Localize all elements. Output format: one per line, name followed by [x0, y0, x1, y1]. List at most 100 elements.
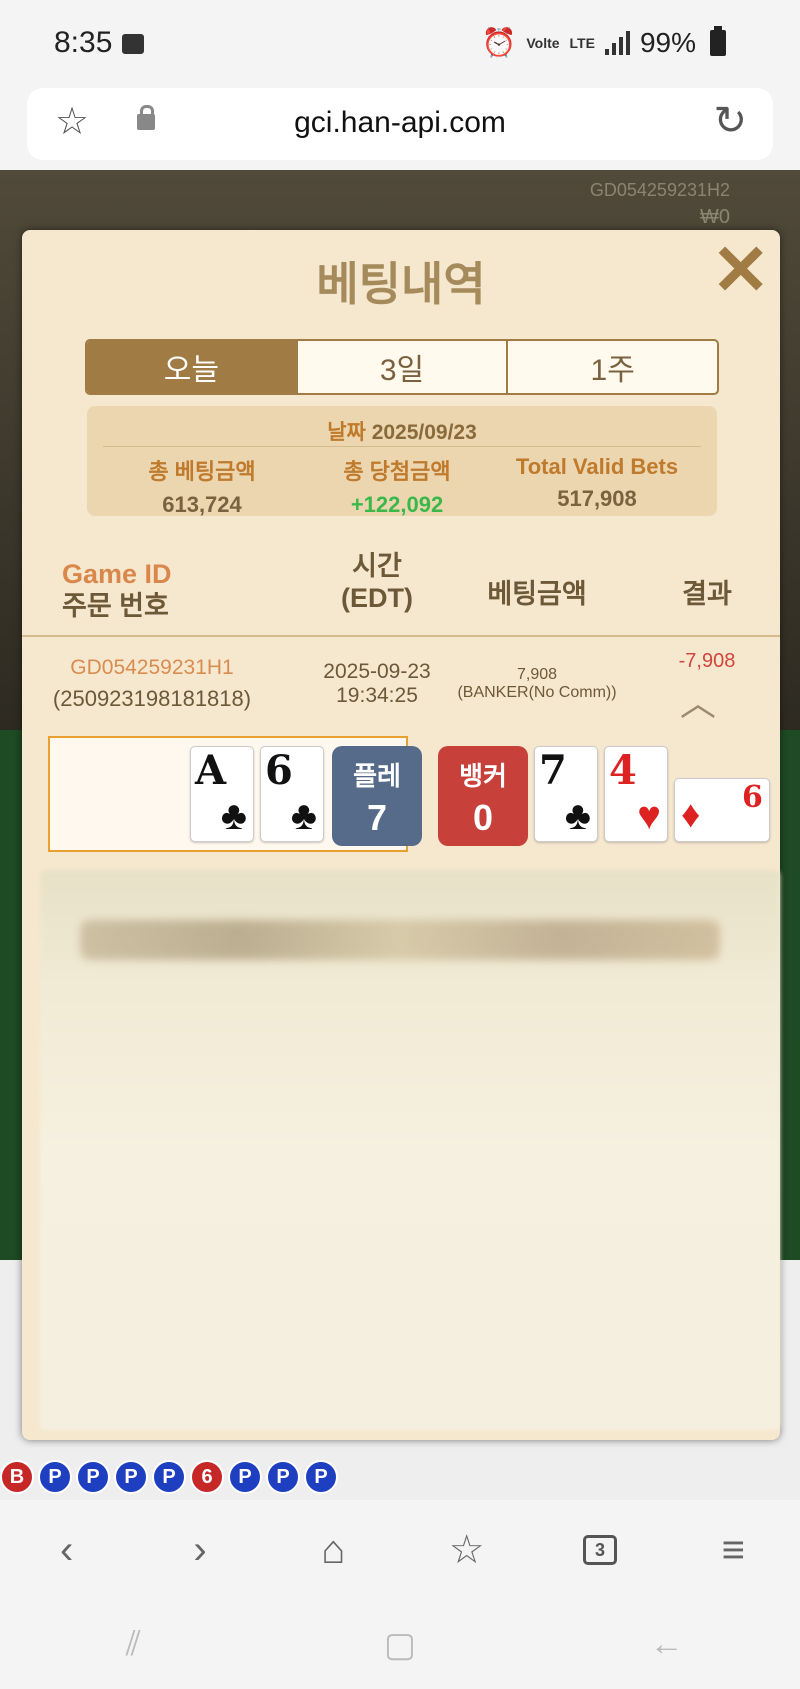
url-text[interactable]: gci.han-api.com — [27, 106, 773, 140]
bg-game-id: GD054259231H2 — [589, 180, 730, 200]
header-time-tz: (EDT) — [341, 583, 413, 613]
banker-label: 뱅커 — [459, 761, 507, 791]
system-nav-bar: ⫽ ▢ ← — [0, 1600, 800, 1689]
gallery-icon — [122, 34, 144, 54]
lte-icon: LTE — [569, 34, 595, 51]
betting-history-modal: 베팅내역 ✕ 오늘 3일 1주 날짜 2025/09/23 총 베팅금액 613… — [22, 230, 780, 1440]
header-bet: 베팅금액 — [487, 579, 587, 609]
total-win-value: +122,092 — [350, 492, 444, 517]
battery-percent: 99% — [639, 26, 696, 58]
row-bet: 7,908 (BANKER(No Comm)) — [422, 666, 652, 702]
recent-apps-icon[interactable]: ⫽ — [103, 1625, 163, 1665]
header-divider — [22, 635, 780, 637]
alarm-icon: ⏰ — [481, 27, 517, 58]
browser-nav-bar: ‹ › ⌂ ☆ 3 ≡ — [0, 1500, 800, 1600]
summary-box: 날짜 2025/09/23 총 베팅금액 613,724 총 당첨금액 +122… — [87, 406, 717, 518]
volte-icon: Volte — [526, 34, 560, 51]
clubs-icon: ♣ — [564, 794, 591, 838]
tabs-button[interactable]: 3 — [570, 1520, 630, 1580]
banker-third-card: 9 ♦ — [674, 777, 770, 842]
bg-balance: ₩0 — [700, 206, 730, 228]
tab-3-days[interactable]: 3일 — [298, 341, 509, 393]
blurred-text — [80, 920, 720, 960]
status-time: 8:35 — [54, 26, 113, 59]
chevron-up-icon[interactable]: ︿ — [680, 674, 716, 726]
valid-bets-label: Total Valid Bets — [515, 454, 679, 479]
header-order-label: 주문 번호 — [62, 591, 169, 621]
banker-score: 0 — [472, 797, 494, 838]
period-tabs: 오늘 3일 1주 — [85, 339, 719, 395]
total-bet-value: 613,724 — [162, 492, 242, 517]
road-bead: P — [266, 1460, 300, 1494]
clubs-icon: ♣ — [290, 794, 317, 838]
total-win: 총 당첨금액 +122,092 — [292, 454, 502, 518]
menu-icon[interactable]: ≡ — [703, 1520, 763, 1580]
tab-count: 3 — [582, 1535, 617, 1565]
card-rank: A — [195, 747, 227, 794]
bead-road: B P P P P 6 P P P — [0, 1460, 338, 1494]
table-header: Game ID 주문 번호 시간 (EDT) 베팅금액 결과 — [22, 550, 780, 630]
player-score-badge: 플레 7 — [332, 746, 422, 846]
player-score: 7 — [366, 797, 388, 838]
home-button-icon[interactable]: ▢ — [370, 1625, 430, 1665]
close-icon[interactable]: ✕ — [711, 235, 770, 305]
banker-card: 7 ♣ — [534, 746, 598, 842]
bookmarks-icon[interactable]: ☆ — [437, 1520, 497, 1580]
player-card: A ♣ — [190, 746, 254, 842]
table-row[interactable]: GD054259231H1 (250923198181818) 2025-09-… — [22, 640, 780, 750]
total-bet: 총 베팅금액 613,724 — [97, 454, 307, 518]
player-card: 6 ♣ — [260, 746, 324, 842]
clubs-icon: ♣ — [220, 794, 247, 838]
reload-icon[interactable]: ↻ — [713, 98, 747, 144]
system-back-icon[interactable]: ← — [637, 1625, 697, 1665]
header-game-id-label: Game ID — [62, 559, 172, 589]
date-value: 2025/09/23 — [371, 421, 477, 444]
header-game-id: Game ID 주문 번호 — [62, 558, 262, 622]
road-bead: P — [152, 1460, 186, 1494]
card-rank: 7 — [539, 747, 567, 794]
road-bead: 6 — [190, 1460, 224, 1494]
road-bead: P — [304, 1460, 338, 1494]
status-bar: 8:35 ⏰ Volte LTE 99% — [0, 0, 800, 88]
road-bead: B — [0, 1460, 34, 1494]
tab-today[interactable]: 오늘 — [87, 341, 298, 393]
date-label: 날짜 — [327, 421, 366, 444]
banker-score-badge: 뱅커 0 — [438, 746, 528, 846]
header-time: 시간 (EDT) — [292, 550, 462, 614]
row-order-number: (250923198181818) — [52, 686, 252, 711]
hearts-icon: ♥ — [637, 794, 661, 838]
status-indicators: ⏰ Volte LTE 99% — [481, 25, 726, 59]
back-icon[interactable]: ‹ — [37, 1520, 97, 1580]
header-time-label: 시간 — [352, 551, 402, 581]
blurred-region — [40, 870, 780, 1430]
cards-detail: A ♣ 6 ♣ 플레 7 뱅커 0 7 ♣ 4 ♥ 9 ♦ — [48, 736, 770, 852]
header-result: 결과 — [682, 579, 732, 609]
valid-bets-value: 517,908 — [557, 486, 637, 511]
card-rank: 9 — [742, 777, 763, 812]
road-bead: P — [76, 1460, 110, 1494]
banker-card: 4 ♥ — [604, 746, 668, 842]
signal-icon — [604, 30, 630, 55]
forward-icon[interactable]: › — [170, 1520, 230, 1580]
valid-bets: Total Valid Bets 517,908 — [492, 454, 702, 512]
divider — [103, 446, 701, 447]
card-rank: 4 — [609, 747, 637, 794]
total-win-label: 총 당첨금액 — [343, 459, 451, 484]
card-rank: 6 — [265, 747, 293, 794]
row-bet-amount: 7,908 — [516, 666, 558, 683]
row-result: -7,908 — [678, 650, 736, 672]
summary-date: 날짜 2025/09/23 — [87, 416, 717, 446]
row-game-id: GD054259231H1 — [70, 656, 234, 679]
road-bead: P — [38, 1460, 72, 1494]
diamonds-icon: ♦ — [681, 794, 701, 836]
road-bead: P — [114, 1460, 148, 1494]
battery-icon — [710, 25, 726, 56]
total-bet-label: 총 베팅금액 — [148, 459, 256, 484]
row-bet-type: (BANKER(No Comm)) — [457, 684, 617, 701]
home-icon[interactable]: ⌂ — [303, 1520, 363, 1580]
player-label: 플레 — [353, 761, 401, 791]
tab-1-week[interactable]: 1주 — [508, 341, 717, 393]
modal-title: 베팅내역 — [316, 258, 486, 310]
address-bar[interactable]: ☆ gci.han-api.com ↻ — [27, 88, 773, 160]
road-bead: P — [228, 1460, 262, 1494]
